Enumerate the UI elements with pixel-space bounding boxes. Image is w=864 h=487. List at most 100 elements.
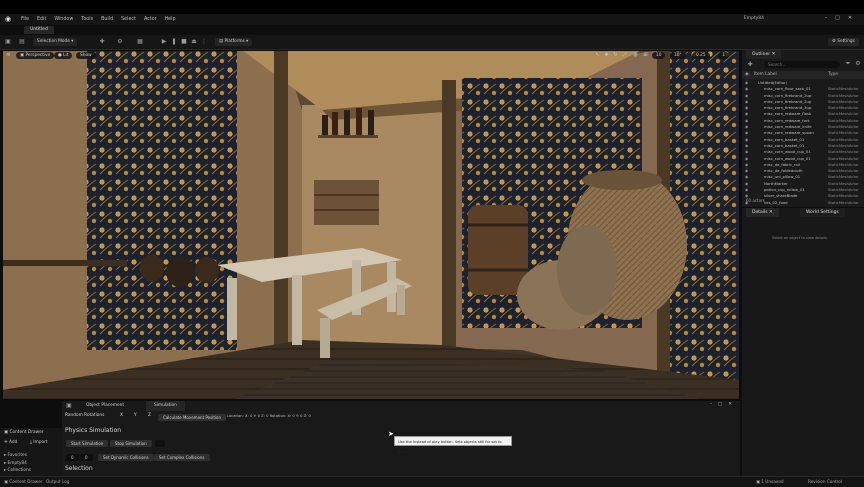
calculate-movement-button[interactable]: Calculate Movement Position [158,414,226,421]
set-dynamic-collisions-button[interactable]: Set Dynamic Collisions [98,454,154,461]
revision-control-label: Revision Control [808,479,842,484]
move-tool-icon[interactable]: ✥ [603,52,610,59]
scale-snap-value[interactable]: 0.25 [692,52,710,59]
blueprint-icon[interactable]: ⚙ [116,38,124,46]
level-tab[interactable]: Untitled [24,26,54,34]
scale-tool-icon[interactable]: ⤢ [621,52,628,59]
world-settings-label: World Settings [806,210,839,215]
stop-icon[interactable]: ■ [180,38,188,46]
perspective-button[interactable]: ▣ Perspective [16,52,55,59]
browse-icon[interactable]: ▤ [18,38,26,46]
project-item[interactable]: ▸ Empty84 [4,461,27,466]
start-simulation-button[interactable]: Start Simulation [66,440,109,447]
platforms-label: Platforms [224,39,245,44]
perspective-label: Perspective [25,53,51,58]
panel-icon: ▣ [66,402,72,409]
outliner-filter-icon[interactable]: ⏷ [844,60,852,68]
item-label-column[interactable]: Item Label [754,71,777,79]
rotate-tool-icon[interactable]: ↻ [612,52,619,59]
details-empty-hint: Select an object to view details. [772,236,828,240]
import-button[interactable]: ⤓ Import [30,440,48,445]
selection-mode-label: Selection Mode [37,39,70,44]
panel-window-controls[interactable]: –□✕ [710,402,738,407]
menu-help[interactable]: Help [165,17,176,22]
save-icon[interactable]: ▣ [4,38,12,46]
project-name: Empty84 [743,16,764,21]
rot-z-label: Z [148,413,151,418]
set-complex-collisions-button[interactable]: Set Complex Collisions [154,454,210,461]
output-log-button[interactable]: Output Log [46,479,69,484]
outliner-tab[interactable]: Outliner ✕ [746,50,782,59]
viewport-menu-icon[interactable]: ≡ [5,52,12,59]
menu-bar: ◉ File Edit Window Tools Build Select Ac… [0,14,864,25]
simulation-tab[interactable]: Simulation [146,401,185,411]
show-button[interactable]: Show [76,52,96,59]
add-button[interactable]: ✚ Add [4,440,17,445]
unsaved-label: 1 Unsaved [761,479,784,484]
details-panel: Details ✕ World Settings Select an objec… [742,208,864,476]
window-controls[interactable]: –□✕ [825,15,860,21]
play-options-icon[interactable]: ⋮ [200,38,208,46]
content-drawer-status-label: Content Drawer [9,479,43,484]
menu-select[interactable]: Select [121,17,136,22]
camera-speed-value[interactable]: 1 [718,52,729,59]
grid-snap-value[interactable]: 10 [652,52,666,59]
details-tab[interactable]: Details ✕ [746,208,779,217]
add-actor-icon[interactable]: ✚ [98,38,106,46]
tooltip: Use the Instead of play button. Sets obj… [394,436,512,454]
menu-edit[interactable]: Edit [37,17,46,22]
stop-simulation-button[interactable]: Stop Simulation [110,440,152,447]
level-tab-label: Untitled [30,27,48,32]
type-column[interactable]: Type [828,71,838,79]
menu-tools[interactable]: Tools [81,17,93,22]
viewport-scene [2,50,740,400]
angle-snap-value[interactable]: 10° [670,52,686,59]
favorites-item[interactable]: ▸ Favorites [4,453,27,458]
settings-label: Settings [837,39,855,44]
revision-control-button[interactable]: Revision Control [808,479,842,484]
settings-button[interactable]: ⚙ Settings [828,38,859,46]
output-log-label: Output Log [46,479,70,484]
outliner-tab-label: Outliner [752,52,771,57]
play-icon[interactable]: ▶ [160,38,168,46]
lit-button[interactable]: ● Lit [54,52,73,59]
value-field-b[interactable]: 0 [80,454,93,461]
menu-build[interactable]: Build [101,17,113,22]
menu-actor[interactable]: Actor [144,17,157,22]
random-rotations-label: Random Rotations [65,413,105,418]
sim-value-field[interactable] [155,440,165,447]
menu-window[interactable]: Window [54,17,73,22]
eject-icon[interactable]: ⏏ [190,38,198,46]
outliner-panel: Outliner ✕ ✚ Search... ⏷ ⚙ ◉ Item Label … [742,50,864,207]
rot-y-label: Y [134,413,137,418]
pause-icon[interactable]: ❚ [170,38,178,46]
outliner-row-label: ves_02_food [764,199,788,205]
physics-heading: Physics Simulation [65,427,122,434]
lit-label: Lit [63,53,69,58]
mouse-cursor-icon: ➤ [388,430,394,438]
unsaved-indicator[interactable]: ▣ 1 Unsaved [756,479,783,484]
outliner-list: ◉ Untitled(Editor) ◉ misc_corn_flour_sack_… [742,80,864,206]
content-drawer-tab[interactable]: ▣ Content Drawer [4,430,44,435]
content-drawer-label: Content Drawer [9,430,44,435]
world-space-icon[interactable]: ◍ [632,52,639,59]
world-settings-tab[interactable]: World Settings [800,208,845,217]
collections-item[interactable]: ▸ Collections [4,468,31,473]
object-placement-tab[interactable]: Object Placement [78,401,132,411]
value-field-a[interactable]: 0 [66,454,79,461]
selection-heading: Selection [65,465,93,472]
unreal-logo-icon[interactable]: ◉ [3,15,13,24]
cinematics-icon[interactable]: ▦ [136,38,144,46]
menu-file[interactable]: File [21,17,29,22]
select-tool-icon[interactable]: ↖ [594,52,601,59]
level-viewport[interactable]: ≡ ▣ Perspective ● Lit Show ↖ ✥ ↻ ⤢ ◍ ⊞ 1… [2,50,740,400]
platforms-button[interactable]: ▤ Platforms ▾ [215,38,253,46]
content-drawer-status-button[interactable]: ▣ Content Drawer [4,479,43,484]
status-bar: ▣ Content Drawer Output Log ▣ 1 Unsaved … [0,476,864,487]
selection-mode-button[interactable]: Selection Mode ▾ [33,38,78,46]
viewport-toolbar: ≡ ▣ Perspective ● Lit Show ↖ ✥ ↻ ⤢ ◍ ⊞ 1… [2,50,740,62]
outliner-add-icon[interactable]: ✚ [746,61,754,69]
outliner-settings-icon[interactable]: ⚙ [854,60,862,68]
surface-snap-icon[interactable]: ⊞ [642,52,649,59]
outliner-search-input[interactable]: Search... [764,61,840,68]
